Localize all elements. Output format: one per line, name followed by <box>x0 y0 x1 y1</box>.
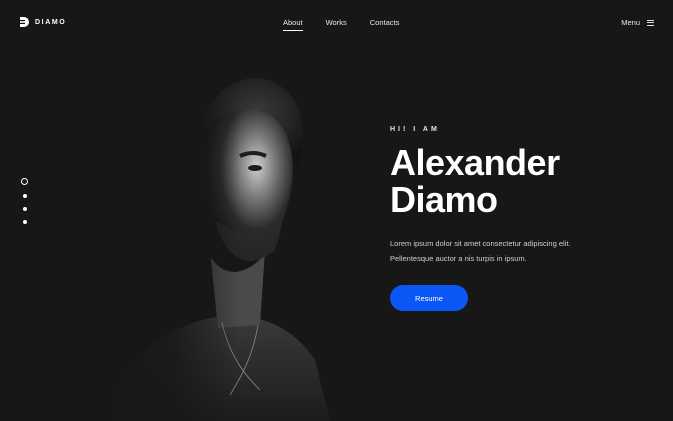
logo-mark-icon <box>20 17 29 27</box>
page: DIAMO About Works Contacts Menu HI! I AM… <box>0 0 673 421</box>
pagination-dot-4[interactable] <box>22 220 27 224</box>
hero-kicker: HI! I AM <box>390 126 440 133</box>
menu-label: Menu <box>621 18 640 27</box>
portrait-image <box>90 60 330 421</box>
hero-description-line-1: Lorem ipsum dolor sit amet consectetur a… <box>390 239 571 248</box>
section-pagination <box>21 178 28 224</box>
hero-description-line-2: Pellentesque auctor a nis turpis in ipsu… <box>390 254 527 263</box>
pagination-dot-3[interactable] <box>22 207 27 211</box>
hero-name-first: Alexander <box>390 142 560 183</box>
hamburger-icon <box>647 19 654 26</box>
hero-name: Alexander Diamo <box>390 144 660 218</box>
nav-item-about[interactable]: About <box>283 18 303 31</box>
menu-button[interactable]: Menu <box>621 18 654 27</box>
brand-name: DIAMO <box>35 18 67 26</box>
pagination-dot-1[interactable] <box>21 178 28 185</box>
brand-logo[interactable]: DIAMO <box>20 17 66 27</box>
nav-item-contacts[interactable]: Contacts <box>370 18 400 27</box>
hero-section: HI! I AM Alexander Diamo Lorem ipsum dol… <box>390 126 660 311</box>
main-nav: About Works Contacts <box>283 18 400 31</box>
hero-description: Lorem ipsum dolor sit amet consectetur a… <box>390 236 660 266</box>
hero-name-last: Diamo <box>390 179 498 220</box>
nav-item-works[interactable]: Works <box>326 18 347 27</box>
resume-button[interactable]: Resume <box>390 285 468 311</box>
pagination-dot-2[interactable] <box>22 194 27 198</box>
